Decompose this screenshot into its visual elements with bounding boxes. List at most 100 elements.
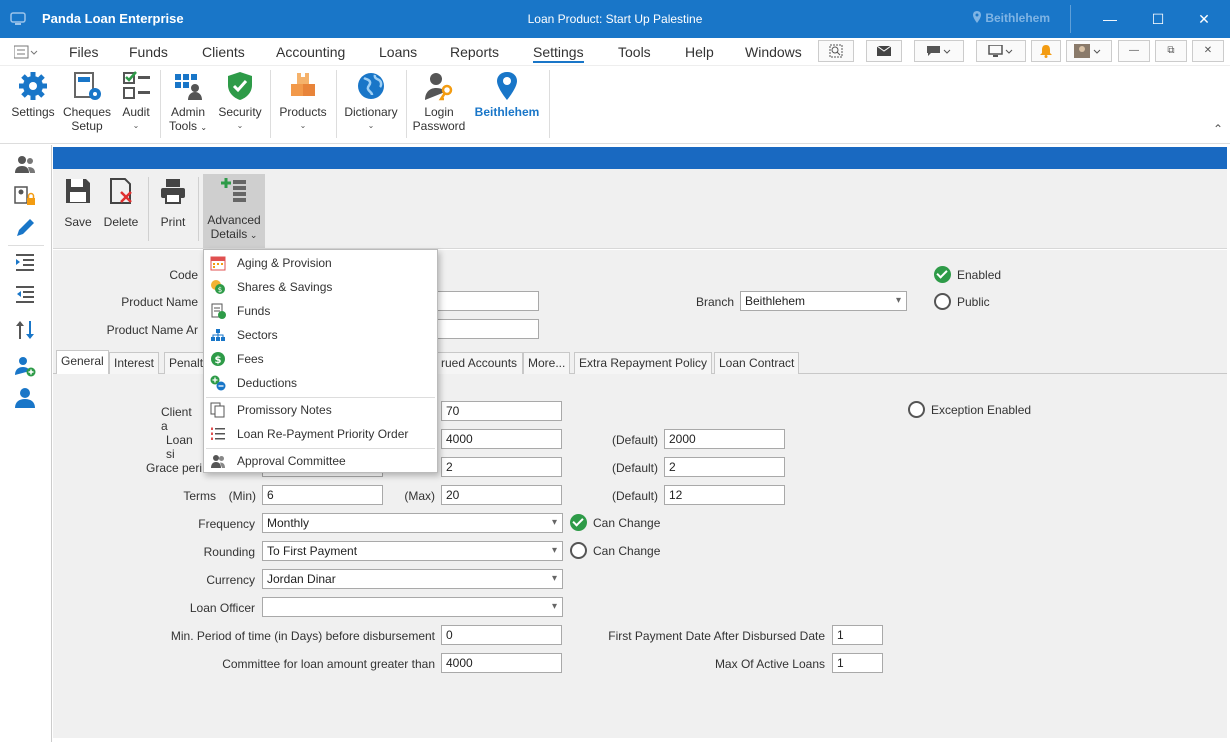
- mdi-restore-button[interactable]: ⧉: [1155, 40, 1187, 62]
- frequency-select[interactable]: Monthly: [262, 513, 563, 533]
- client-age-max-input[interactable]: 70: [441, 401, 562, 421]
- terms-default-input[interactable]: 12: [664, 485, 785, 505]
- admin-tools-chevron-down-icon: ⌄: [200, 123, 208, 132]
- chat-button[interactable]: [914, 40, 964, 62]
- public-checkbox[interactable]: [934, 293, 951, 310]
- security-button[interactable]: Security ⌄: [216, 70, 264, 133]
- loan-size-default-label: (Default): [611, 433, 658, 447]
- currency-select[interactable]: Jordan Dinar: [262, 569, 563, 589]
- grace-period-default-input[interactable]: 2: [664, 457, 785, 477]
- dictionary-button[interactable]: Dictionary ⌄: [342, 70, 400, 133]
- settings-button[interactable]: Settings: [8, 70, 58, 119]
- loan-size-max-input[interactable]: 4000: [441, 429, 562, 449]
- pencil-icon[interactable]: [14, 217, 36, 239]
- print-button[interactable]: Print: [153, 177, 193, 229]
- menu-item-label: Approval Committee: [237, 454, 346, 468]
- menu-item-funds[interactable]: Funds: [204, 300, 437, 322]
- save-label: Save: [64, 215, 92, 229]
- users-icon: [211, 455, 225, 468]
- menu-item-aging-provision[interactable]: Aging & Provision: [204, 252, 437, 274]
- terms-max-label: (Max): [404, 489, 435, 503]
- save-button[interactable]: Save: [59, 177, 97, 229]
- menu-funds[interactable]: Funds: [129, 44, 168, 60]
- advanced-details-chevron-down-icon: ⌄: [247, 230, 258, 240]
- login-password-label-2: Password: [412, 119, 466, 133]
- menu-reports[interactable]: Reports: [450, 44, 499, 60]
- tab-loan-contract[interactable]: Loan Contract: [714, 352, 800, 374]
- outdent-list-icon[interactable]: [14, 283, 36, 305]
- first-payment-input[interactable]: 1: [832, 625, 883, 645]
- product-name-ar-input[interactable]: [430, 319, 539, 339]
- products-button[interactable]: Products ⌄: [276, 70, 330, 133]
- tab-penalty[interactable]: Penalt: [164, 352, 206, 374]
- monitor-button[interactable]: [976, 40, 1026, 62]
- sort-arrows-icon[interactable]: [14, 319, 36, 341]
- terms-max-input[interactable]: 20: [441, 485, 562, 505]
- minimize-button[interactable]: —: [1087, 0, 1133, 38]
- tab-interest[interactable]: Interest: [109, 352, 160, 374]
- loan-size-default-input[interactable]: 2000: [664, 429, 785, 449]
- collapse-ribbon-icon[interactable]: ⌃: [1213, 122, 1223, 136]
- frequency-can-change-checkbox[interactable]: [570, 514, 587, 531]
- menu-accounting[interactable]: Accounting: [276, 44, 345, 60]
- rounding-select[interactable]: To First Payment: [262, 541, 563, 561]
- menu-item-repayment-priority[interactable]: Loan Re-Payment Priority Order: [204, 423, 437, 445]
- menu-item-approval-committee[interactable]: Approval Committee: [204, 450, 437, 472]
- tab-accrued-accounts[interactable]: rued Accounts: [436, 352, 523, 374]
- menu-clients[interactable]: Clients: [202, 44, 245, 60]
- committee-input[interactable]: 4000: [441, 653, 562, 673]
- menu-item-promissory-notes[interactable]: Promissory Notes: [204, 399, 437, 421]
- enabled-checkbox[interactable]: [934, 266, 951, 283]
- notifications-button[interactable]: [1031, 40, 1061, 62]
- exception-enabled-checkbox[interactable]: [908, 401, 925, 418]
- mdi-close-button[interactable]: ✕: [1192, 40, 1224, 62]
- terms-label: Terms: [183, 489, 216, 503]
- grace-period-max-input[interactable]: 2: [441, 457, 562, 477]
- mdi-minimize-button[interactable]: —: [1118, 40, 1150, 62]
- max-active-loans-input[interactable]: 1: [832, 653, 883, 673]
- exception-enabled-label: Exception Enabled: [931, 403, 1032, 417]
- tab-more[interactable]: More...: [523, 352, 571, 374]
- product-name-input[interactable]: [430, 291, 539, 311]
- menu-item-deductions[interactable]: Deductions: [204, 372, 437, 394]
- menu-item-sectors[interactable]: Sectors: [204, 324, 437, 346]
- menu-help[interactable]: Help: [685, 44, 714, 60]
- user-icon[interactable]: [14, 387, 36, 409]
- menu-settings[interactable]: Settings: [533, 44, 584, 63]
- menu-tools[interactable]: Tools: [618, 44, 651, 60]
- clients-icon[interactable]: [14, 153, 36, 175]
- min-period-input[interactable]: 0: [441, 625, 562, 645]
- terms-min-input[interactable]: 6: [262, 485, 383, 505]
- menu-windows[interactable]: Windows: [745, 44, 802, 60]
- first-payment-label: First Payment Date After Disbursed Date: [608, 629, 825, 643]
- client-lock-icon[interactable]: [14, 185, 36, 207]
- branch-select[interactable]: Beithlehem: [740, 291, 907, 311]
- dictionary-chevron-down-icon: ⌄: [367, 121, 375, 130]
- rounding-can-change-checkbox[interactable]: [570, 542, 587, 559]
- shield-icon: [228, 72, 252, 100]
- audit-button[interactable]: Audit ⌄: [116, 70, 156, 133]
- menu-loans[interactable]: Loans: [379, 44, 417, 60]
- login-password-button[interactable]: Login Password: [412, 70, 466, 133]
- maximize-button[interactable]: ☐: [1135, 0, 1181, 38]
- menu-item-fees[interactable]: $ Fees: [204, 348, 437, 370]
- menu-files[interactable]: Files: [69, 44, 99, 60]
- search-screen-button[interactable]: [818, 40, 854, 62]
- close-button[interactable]: ✕: [1181, 0, 1227, 38]
- quick-access-icon[interactable]: [14, 45, 38, 59]
- indent-list-icon[interactable]: [14, 251, 36, 273]
- menu-item-shares-savings[interactable]: $ Shares & Savings: [204, 276, 437, 298]
- tab-general[interactable]: General: [56, 350, 109, 374]
- location-indicator[interactable]: Beithlehem: [972, 11, 1050, 25]
- tab-extra-repayment-policy[interactable]: Extra Repayment Policy: [574, 352, 713, 374]
- loan-officer-select[interactable]: [262, 597, 563, 617]
- cheques-setup-button[interactable]: Cheques Setup: [62, 70, 112, 133]
- add-user-icon[interactable]: [14, 355, 36, 377]
- user-avatar-button[interactable]: [1066, 40, 1112, 62]
- branch-button[interactable]: Beithlehem: [470, 70, 544, 119]
- ribbon-separator: [160, 70, 161, 138]
- mail-button[interactable]: [866, 40, 902, 62]
- advanced-details-button[interactable]: Advanced Details ⌄: [203, 174, 265, 248]
- admin-tools-button[interactable]: Admin Tools ⌄: [166, 70, 210, 135]
- delete-button[interactable]: Delete: [99, 177, 143, 229]
